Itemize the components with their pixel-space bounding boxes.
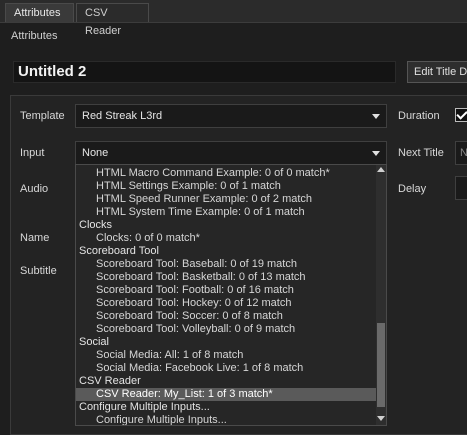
- delay-field[interactable]: [455, 176, 467, 200]
- audio-label: Audio: [20, 183, 49, 195]
- dropdown-option[interactable]: Clocks: 0 of 0 match*: [76, 232, 376, 245]
- template-value: Red Streak L3rd: [82, 110, 163, 122]
- edit-title-button[interactable]: Edit Title De: [407, 61, 467, 83]
- dropdown-option[interactable]: Scoreboard Tool: Volleyball: 0 of 9 matc…: [76, 323, 376, 336]
- scroll-thumb[interactable]: [377, 323, 385, 407]
- dropdown-option[interactable]: Configure Multiple Inputs...: [76, 414, 376, 425]
- dropdown-option[interactable]: Social Media: All: 1 of 8 match: [76, 349, 376, 362]
- dropdown-scrollbar[interactable]: [376, 165, 386, 425]
- duration-checkbox[interactable]: [455, 108, 467, 122]
- chevron-down-icon: [372, 151, 380, 156]
- dropdown-option[interactable]: Scoreboard Tool: Hockey: 0 of 12 match: [76, 297, 376, 310]
- template-select[interactable]: Red Streak L3rd: [75, 104, 387, 128]
- chevron-down-icon: [372, 114, 380, 119]
- dropdown-option[interactable]: Scoreboard Tool: Soccer: 0 of 8 match: [76, 310, 376, 323]
- template-label: Template: [20, 110, 65, 122]
- dropdown-option[interactable]: HTML Settings Example: 0 of 1 match: [76, 180, 376, 193]
- tab-attributes[interactable]: Attributes: [5, 3, 74, 22]
- subtitle-label: Subtitle: [20, 265, 57, 277]
- dropdown-option[interactable]: Scoreboard Tool: Football: 0 of 16 match: [76, 284, 376, 297]
- dropdown-option[interactable]: HTML System Time Example: 0 of 1 match: [76, 206, 376, 219]
- scroll-up-icon[interactable]: [377, 167, 385, 172]
- title-name-field[interactable]: Untitled 2: [13, 61, 396, 83]
- dropdown-option[interactable]: HTML Macro Command Example: 0 of 0 match…: [76, 167, 376, 180]
- dropdown-option[interactable]: CSV Reader: My_List: 1 of 3 match*: [76, 388, 376, 401]
- dropdown-group-header[interactable]: Social: [76, 336, 376, 349]
- next-title-label: Next Title: [398, 147, 444, 159]
- duration-label: Duration: [398, 110, 440, 122]
- dropdown-group-header[interactable]: Configure Multiple Inputs...: [76, 401, 376, 414]
- dropdown-option[interactable]: Scoreboard Tool: Basketball: 0 of 13 mat…: [76, 271, 376, 284]
- scroll-down-icon[interactable]: [377, 416, 385, 421]
- dropdown-group-header[interactable]: Clocks: [76, 219, 376, 232]
- dropdown-option[interactable]: HTML Speed Runner Example: 0 of 2 match: [76, 193, 376, 206]
- name-label: Name: [20, 232, 50, 244]
- dropdown-option[interactable]: Scoreboard Tool: Baseball: 0 of 19 match: [76, 258, 376, 271]
- input-dropdown-list: HTML Macro Command Example: 0 of 0 match…: [75, 164, 387, 426]
- input-label: Input: [20, 147, 45, 159]
- input-value: None: [82, 147, 109, 159]
- tab-bar: Attributes CSV Reader: [0, 0, 467, 37]
- section-label: Attributes: [11, 30, 58, 42]
- tab-csv-reader[interactable]: CSV Reader: [76, 3, 149, 37]
- next-title-select[interactable]: N: [455, 141, 467, 165]
- delay-label: Delay: [398, 183, 427, 195]
- input-select[interactable]: None: [75, 141, 387, 165]
- dropdown-option[interactable]: Social Media: Facebook Live: 1 of 8 matc…: [76, 362, 376, 375]
- dropdown-group-header[interactable]: Scoreboard Tool: [76, 245, 376, 258]
- dropdown-group-header[interactable]: CSV Reader: [76, 375, 376, 388]
